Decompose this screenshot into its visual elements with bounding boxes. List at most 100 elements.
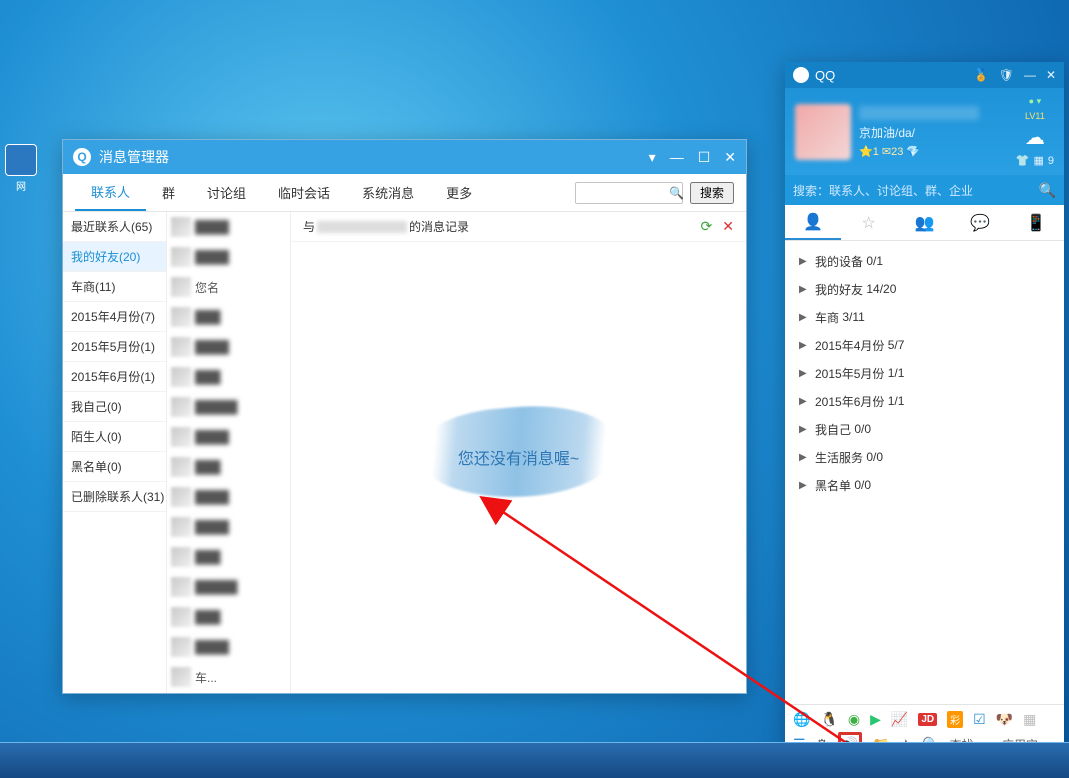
group-blacklist[interactable]: ▶黑名单 0/0 [785, 471, 1064, 499]
shield-icon[interactable]: 🛡 [999, 68, 1014, 82]
windows-taskbar[interactable] [0, 742, 1069, 778]
pet-icon[interactable]: 🐶 [996, 711, 1013, 728]
vip-icon[interactable]: 💎 [906, 146, 920, 158]
star-icon: ☆ [862, 213, 876, 233]
avatar [171, 457, 191, 477]
mm-search-input[interactable] [575, 182, 683, 204]
qq-titlebar[interactable]: QQ 🏅 🛡 — ✕ [785, 62, 1064, 88]
delete-icon[interactable]: ✕ [722, 218, 734, 235]
qq-tab-groups[interactable]: 👥 [897, 213, 953, 233]
list-item[interactable]: ████ [167, 422, 290, 452]
mm-titlebar[interactable]: Q 消息管理器 ▾ — ☐ ✕ [63, 140, 746, 174]
refresh-icon[interactable]: ⟳ [701, 218, 713, 235]
qq-close-button[interactable]: ✕ [1046, 68, 1056, 82]
mm-search-button[interactable]: 搜索 [690, 182, 734, 204]
cat-recent[interactable]: 最近联系人(65) [63, 212, 166, 242]
list-item[interactable]: █████ [167, 572, 290, 602]
cat-201504[interactable]: 2015年4月份(7) [63, 302, 166, 332]
game-icon[interactable]: ◉ [848, 711, 860, 728]
cat-self[interactable]: 我自己(0) [63, 392, 166, 422]
qq-main-panel: QQ 🏅 🛡 — ✕ 京加油/da/ ⭐1 ✉23 💎 ● ▾ LV11 ☁ [785, 62, 1064, 762]
tshirt-icon[interactable]: 👕 [1016, 154, 1030, 167]
medal-icon[interactable]: 🏅 [974, 68, 989, 82]
list-item[interactable]: ███ [167, 452, 290, 482]
tab-contacts[interactable]: 联系人 [75, 174, 146, 211]
list-item[interactable]: ████ [167, 632, 290, 662]
tab-temp[interactable]: 临时会话 [262, 174, 346, 211]
desktop-shortcut-label: 网 [0, 178, 44, 193]
penguin-icon[interactable]: 🐧 [820, 711, 837, 728]
group-devices[interactable]: ▶我的设备 0/1 [785, 247, 1064, 275]
avatar [171, 427, 191, 447]
qq-search-bar[interactable]: 搜索：联系人、讨论组、群、企业 🔍 [785, 175, 1064, 205]
list-item[interactable]: ████ [167, 332, 290, 362]
list-item[interactable]: 车... [167, 662, 290, 692]
video-icon[interactable]: ▶ [870, 711, 881, 728]
list-item[interactable]: ████ [167, 482, 290, 512]
avatar [171, 277, 191, 297]
list-item[interactable]: ███ [167, 602, 290, 632]
avatar [171, 547, 191, 567]
chevron-right-icon: ▶ [799, 256, 809, 267]
cat-201505[interactable]: 2015年5月份(1) [63, 332, 166, 362]
list-item[interactable]: 您名 [167, 272, 290, 302]
cat-blacklist[interactable]: 黑名单(0) [63, 452, 166, 482]
signature[interactable]: 京加油/da/ [859, 124, 1008, 141]
group-cardealer[interactable]: ▶车商 3/11 [785, 303, 1064, 331]
lottery-icon[interactable]: 彩 [947, 711, 963, 728]
avatar [171, 487, 191, 507]
list-item[interactable]: ████ [167, 242, 290, 272]
list-item[interactable]: ███ [167, 362, 290, 392]
conv-prefix: 与 [303, 218, 315, 235]
group-201504[interactable]: ▶2015年4月份 5/7 [785, 331, 1064, 359]
group-self[interactable]: ▶我自己 0/0 [785, 415, 1064, 443]
chevron-right-icon: ▶ [799, 368, 809, 379]
group-201506[interactable]: ▶2015年6月份 1/1 [785, 387, 1064, 415]
mm-close-button[interactable]: ✕ [724, 149, 736, 166]
list-item[interactable]: ███ [167, 542, 290, 572]
tab-system[interactable]: 系统消息 [346, 174, 430, 211]
cat-strangers[interactable]: 陌生人(0) [63, 422, 166, 452]
group-lifeservice[interactable]: ▶生活服务 0/0 [785, 443, 1064, 471]
manager-icon[interactable]: ☑ [973, 711, 986, 728]
qq-tab-star[interactable]: ☆ [841, 213, 897, 233]
qq-tab-mobile[interactable]: 📱 [1008, 213, 1064, 233]
tab-discuss[interactable]: 讨论组 [191, 174, 262, 211]
avatar [171, 217, 191, 237]
list-item[interactable]: ███ [167, 302, 290, 332]
stock-icon[interactable]: 📈 [891, 711, 908, 728]
list-item[interactable]: ████ [167, 692, 290, 693]
qq-minimize-button[interactable]: — [1024, 68, 1036, 82]
cat-201506[interactable]: 2015年6月份(1) [63, 362, 166, 392]
avatar[interactable] [795, 104, 851, 160]
cat-deleted[interactable]: 已删除联系人(31) [63, 482, 166, 512]
avatar [171, 337, 191, 357]
qq-penguin-icon [793, 67, 809, 83]
list-item[interactable]: ████ [167, 512, 290, 542]
cat-friends[interactable]: 我的好友(20) [63, 242, 166, 272]
browser-icon[interactable]: 🌐 [793, 711, 810, 728]
online-status-icon[interactable]: ● ▾ [1029, 96, 1041, 107]
mm-minimize-button[interactable]: — [670, 149, 684, 165]
desktop-shortcut[interactable]: 网 [0, 144, 44, 190]
search-icon[interactable]: 🔍 [1039, 182, 1056, 199]
mail-icon[interactable]: ✉ [882, 146, 891, 158]
group-201505[interactable]: ▶2015年5月份 1/1 [785, 359, 1064, 387]
grid-icon[interactable]: ▦ [1033, 154, 1043, 167]
mm-tabbar: 联系人 群 讨论组 临时会话 系统消息 更多 🔍 搜索 [63, 174, 746, 212]
more-apps-icon[interactable]: ▦ [1023, 711, 1036, 728]
jd-icon[interactable]: JD [918, 713, 937, 726]
qq-tab-contacts[interactable]: 👤 [785, 205, 841, 240]
weather-icon[interactable]: ☁ [1025, 125, 1045, 150]
tab-more[interactable]: 更多 [430, 174, 488, 211]
profile-stats: ⭐1 ✉23 💎 [859, 145, 1008, 158]
list-item[interactable]: █████ [167, 392, 290, 422]
mm-maximize-button[interactable]: ☐ [698, 149, 711, 166]
mm-menu-button[interactable]: ▾ [649, 149, 656, 166]
cat-cardealer[interactable]: 车商(11) [63, 272, 166, 302]
qq-tab-sessions[interactable]: 💬 [952, 213, 1008, 233]
tab-groups[interactable]: 群 [146, 174, 191, 211]
list-item[interactable]: ████ [167, 212, 290, 242]
nickname-redacted [859, 106, 979, 120]
group-friends[interactable]: ▶我的好友 14/20 [785, 275, 1064, 303]
